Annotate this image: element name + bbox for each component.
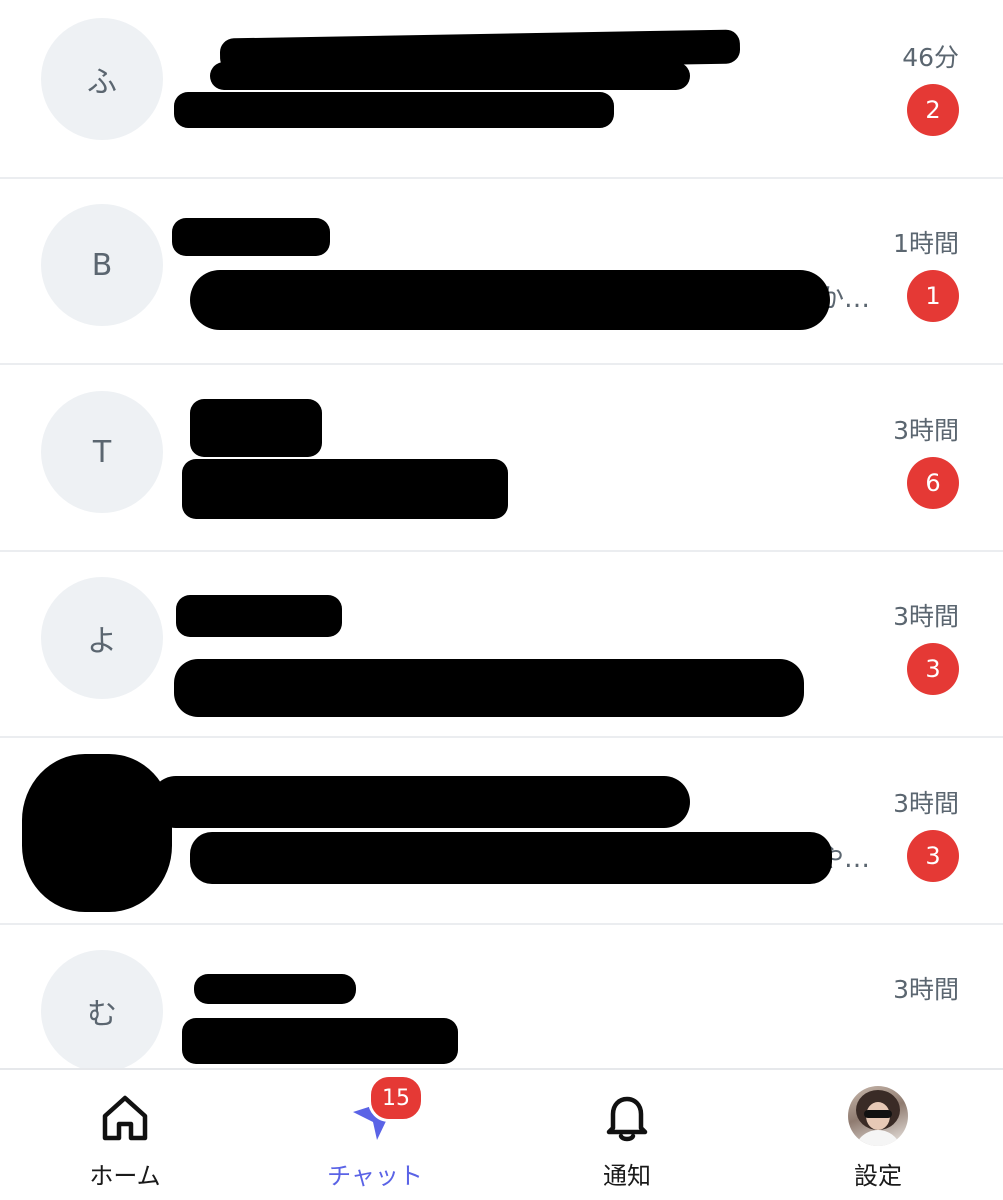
bottom-tab-bar: ホーム チャット 通知 設定 bbox=[0, 1068, 1003, 1200]
redaction-mark bbox=[190, 399, 322, 457]
avatar: T bbox=[41, 391, 163, 513]
redaction-mark bbox=[174, 92, 614, 128]
profile-avatar bbox=[848, 1086, 908, 1146]
avatar: よ bbox=[41, 577, 163, 699]
redaction-mark bbox=[174, 659, 804, 717]
chat-content bbox=[174, 22, 870, 152]
chat-content: か… bbox=[172, 208, 870, 338]
chat-time: 3時間 bbox=[893, 975, 959, 1004]
redaction-mark bbox=[182, 459, 508, 519]
avatar: ふ bbox=[41, 18, 163, 140]
tab-settings[interactable]: 設定 bbox=[753, 1070, 1003, 1200]
unread-badge: 1 bbox=[907, 270, 959, 322]
chat-time: 3時間 bbox=[893, 602, 959, 631]
unread-badge: 3 bbox=[907, 830, 959, 882]
avatar: B bbox=[41, 204, 163, 326]
chat-content bbox=[174, 581, 870, 717]
redaction-mark bbox=[176, 595, 342, 637]
redaction-mark bbox=[182, 1018, 458, 1064]
tab-label: チャット bbox=[327, 1162, 423, 1190]
chat-list: ふ 46分 2 B か… 1時間 1 T 3時間 6 よ 3時間 3 や… 3時… bbox=[0, 0, 1003, 1068]
chat-row[interactable]: B か… 1時間 1 bbox=[0, 180, 1003, 365]
home-icon bbox=[102, 1095, 148, 1141]
unread-badge: 6 bbox=[907, 457, 959, 509]
tab-notifications[interactable]: 通知 bbox=[502, 1070, 752, 1200]
chat-content: や… bbox=[150, 768, 870, 898]
chat-unread-badge: 15 bbox=[368, 1074, 424, 1122]
chat-row[interactable]: ふ 46分 2 bbox=[0, 0, 1003, 179]
chat-row[interactable]: T 3時間 6 bbox=[0, 367, 1003, 552]
chat-time: 3時間 bbox=[893, 416, 959, 445]
chat-row[interactable]: よ 3時間 3 bbox=[0, 553, 1003, 738]
redaction-mark bbox=[190, 270, 830, 330]
unread-badge: 2 bbox=[907, 84, 959, 136]
redaction-mark bbox=[210, 62, 690, 90]
chat-row[interactable]: む 3時間 bbox=[0, 926, 1003, 1068]
redaction-mark bbox=[190, 832, 832, 884]
redaction-mark bbox=[150, 776, 690, 828]
chat-content bbox=[182, 395, 870, 525]
chat-time: 46分 bbox=[902, 43, 959, 72]
chat-row[interactable]: や… 3時間 3 bbox=[0, 740, 1003, 925]
redaction-mark bbox=[172, 218, 330, 256]
tab-home[interactable]: ホーム bbox=[0, 1070, 250, 1200]
tab-label: ホーム bbox=[89, 1162, 161, 1190]
avatar bbox=[22, 754, 172, 912]
chat-time: 1時間 bbox=[893, 229, 959, 258]
bell-icon bbox=[606, 1096, 648, 1142]
tab-label: 通知 bbox=[603, 1162, 651, 1190]
redaction-mark bbox=[194, 974, 356, 1004]
avatar: む bbox=[41, 950, 163, 1068]
chat-content bbox=[182, 954, 870, 1068]
chat-time: 3時間 bbox=[893, 789, 959, 818]
tab-label: 設定 bbox=[854, 1162, 902, 1190]
unread-badge: 3 bbox=[907, 643, 959, 695]
